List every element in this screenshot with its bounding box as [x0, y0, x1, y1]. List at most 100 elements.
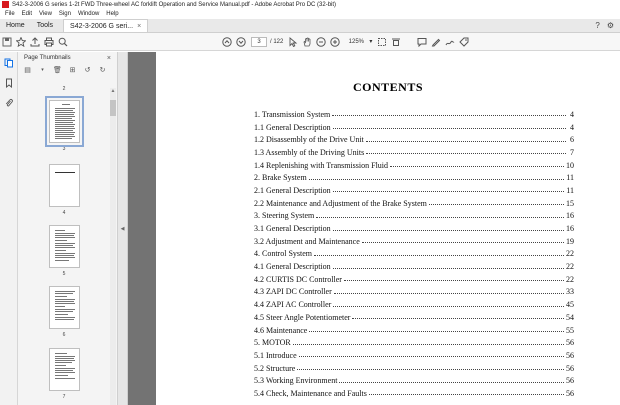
menu-window[interactable]: Window [78, 11, 99, 17]
toc-entry-label: 2.2 Maintenance and Adjustment of the Br… [254, 198, 427, 208]
menu-help[interactable]: Help [106, 11, 118, 17]
zoom-in-icon[interactable] [328, 35, 342, 49]
highlight-pen-icon[interactable] [429, 35, 443, 49]
menu-view[interactable]: View [39, 11, 52, 17]
extract-page-icon[interactable]: ⊞ [67, 65, 78, 76]
next-page-icon[interactable] [234, 35, 248, 49]
toc-entry[interactable]: 1.1 General Description 4 [254, 121, 574, 134]
scrollbar-thumb[interactable] [110, 100, 116, 116]
toc-entry[interactable]: 5.2 Structure 56 [254, 362, 574, 375]
tab-document-label: S42-3-2006 G seri... [70, 22, 134, 30]
toc-entry[interactable]: 3.1 General Description 16 [254, 222, 574, 235]
thumbnail-number: 2 [62, 86, 66, 92]
print-icon[interactable] [42, 35, 56, 49]
thumbnails-tools: ▤ ▾ 🗑 ⊞ ↺ ↻ [18, 64, 117, 76]
toc-entry[interactable]: 5.3 Working Environment 56 [254, 374, 574, 387]
thumbnail-page-6[interactable]: 6 [18, 286, 110, 338]
rotate-left-icon[interactable]: ↺ [82, 65, 93, 76]
toc-entry[interactable]: 2.1 General Description 11 [254, 184, 574, 197]
main-toolbar: 3 / 122 125% ▾ [0, 33, 620, 51]
bookmark-star-icon[interactable] [14, 35, 28, 49]
menu-file[interactable]: File [5, 11, 15, 17]
close-panel-icon[interactable]: × [107, 55, 111, 62]
thumbnails-header: Page Thumbnails × [18, 52, 117, 64]
toc-entry[interactable]: 4.5 Steer Angle Potentiometer 54 [254, 311, 574, 324]
fit-page-icon[interactable] [375, 35, 389, 49]
page-thumbnails-icon[interactable] [2, 56, 16, 70]
thumbnail-page-4[interactable]: 4 [18, 164, 110, 216]
zoom-selector[interactable]: 125% ▾ [345, 37, 373, 47]
tab-document[interactable]: S42-3-2006 G seri... × [63, 19, 149, 32]
toc-entry[interactable]: 5.1 Introduce 56 [254, 349, 574, 362]
rotate-right-icon[interactable]: ↻ [97, 65, 108, 76]
select-cursor-icon[interactable] [286, 35, 300, 49]
toc-entry[interactable]: 4. Control System 22 [254, 248, 574, 261]
toc-entry[interactable]: 2.2 Maintenance and Adjustment of the Br… [254, 197, 574, 210]
previous-page-icon[interactable] [220, 35, 234, 49]
comment-icon[interactable] [415, 35, 429, 49]
toc-entry[interactable]: 1.4 Replenishing with Transmission Fluid… [254, 159, 574, 172]
zoom-out-icon[interactable] [314, 35, 328, 49]
toc-entry[interactable]: 4.6 Maintenance 55 [254, 324, 574, 337]
toc-leader-dots [390, 166, 564, 168]
thumbnail-number: 7 [62, 394, 66, 400]
toc-entry-label: 3. Steering System [254, 211, 315, 221]
zoom-level[interactable]: 125% [345, 37, 367, 47]
toc-entry-page: 22 [566, 274, 574, 284]
hand-tool-icon[interactable] [300, 35, 314, 49]
tab-home[interactable]: Home [0, 19, 31, 32]
toc-entry-label: 5.2 Structure [254, 363, 296, 373]
fill-sign-icon[interactable] [443, 35, 457, 49]
toc-entry[interactable]: 1.3 Assembly of the Driving Units 7 [254, 146, 574, 159]
toc-entry[interactable]: 4.2 CURTIS DC Controller 22 [254, 273, 574, 286]
toc-entry[interactable]: 5. MOTOR 56 [254, 336, 574, 349]
thumbnails-scrollbar[interactable]: ▲ [110, 88, 116, 405]
menu-edit[interactable]: Edit [22, 11, 32, 17]
acrobat-app-icon [2, 1, 9, 8]
toc-leader-dots [361, 242, 564, 244]
toc-entry[interactable]: 4.3 ZAPI DC Controller 33 [254, 286, 574, 299]
scroll-mode-icon[interactable] [389, 35, 403, 49]
help-icon[interactable]: ? [595, 21, 599, 30]
tab-close-icon[interactable]: × [137, 23, 141, 30]
search-icon[interactable] [56, 35, 70, 49]
bookmarks-icon[interactable] [2, 76, 16, 90]
chevron-down-icon[interactable]: ▾ [37, 65, 48, 76]
toc-entry-label: 4.6 Maintenance [254, 325, 308, 335]
upload-icon[interactable] [28, 35, 42, 49]
toc-entry-label: 4.2 CURTIS DC Controller [254, 274, 342, 284]
toc-leader-dots [308, 178, 565, 180]
tab-tools[interactable]: Tools [31, 19, 59, 32]
toc-entry-label: 1.3 Assembly of the Driving Units [254, 147, 365, 157]
toc-entry[interactable]: 2. Brake System 11 [254, 171, 574, 184]
attachment-icon[interactable] [2, 96, 16, 110]
toc-entry-label: 4.4 ZAPI AC Controller [254, 300, 332, 310]
toc-entry-page: 33 [566, 287, 574, 297]
collapse-panel-handle[interactable]: ◀ [118, 52, 128, 405]
toc-entry-page: 56 [566, 338, 574, 348]
scroll-up-icon[interactable]: ▲ [110, 88, 116, 94]
toc-entry[interactable]: 4.4 ZAPI AC Controller 45 [254, 298, 574, 311]
thumbnails-title: Page Thumbnails [24, 55, 71, 61]
toc-leader-dots [365, 140, 566, 142]
thumbnail-options-icon[interactable]: ▤ [22, 65, 33, 76]
delete-page-icon[interactable]: 🗑 [52, 65, 63, 76]
toc-leader-dots [298, 356, 564, 358]
toc-entry[interactable]: 3.2 Adjustment and Maintenance 19 [254, 235, 574, 248]
save-icon[interactable] [0, 35, 14, 49]
menu-sign[interactable]: Sign [59, 11, 71, 17]
page-number-input[interactable]: 3 [251, 36, 267, 47]
toc-leader-dots [332, 115, 566, 117]
toc-entry-page: 16 [566, 224, 574, 234]
toc-entry[interactable]: 4.1 General Description 22 [254, 260, 574, 273]
toc-entry-page: 4 [570, 109, 574, 119]
share-link-icon[interactable] [457, 35, 471, 49]
toc-entry[interactable]: 5.4 Check, Maintenance and Faults 56 [254, 387, 574, 400]
thumbnail-page-5[interactable]: 5 [18, 225, 110, 277]
thumbnail-page-3[interactable]: 3 [18, 96, 110, 152]
toc-entry[interactable]: 3. Steering System 16 [254, 210, 574, 223]
toc-entry[interactable]: 1.2 Disassembly of the Drive Unit 6 [254, 133, 574, 146]
notifications-icon[interactable]: ⚙ [607, 21, 614, 30]
toc-entry[interactable]: 1. Transmission System 4 [254, 108, 574, 121]
thumbnail-page-7[interactable]: 7 [18, 348, 110, 400]
